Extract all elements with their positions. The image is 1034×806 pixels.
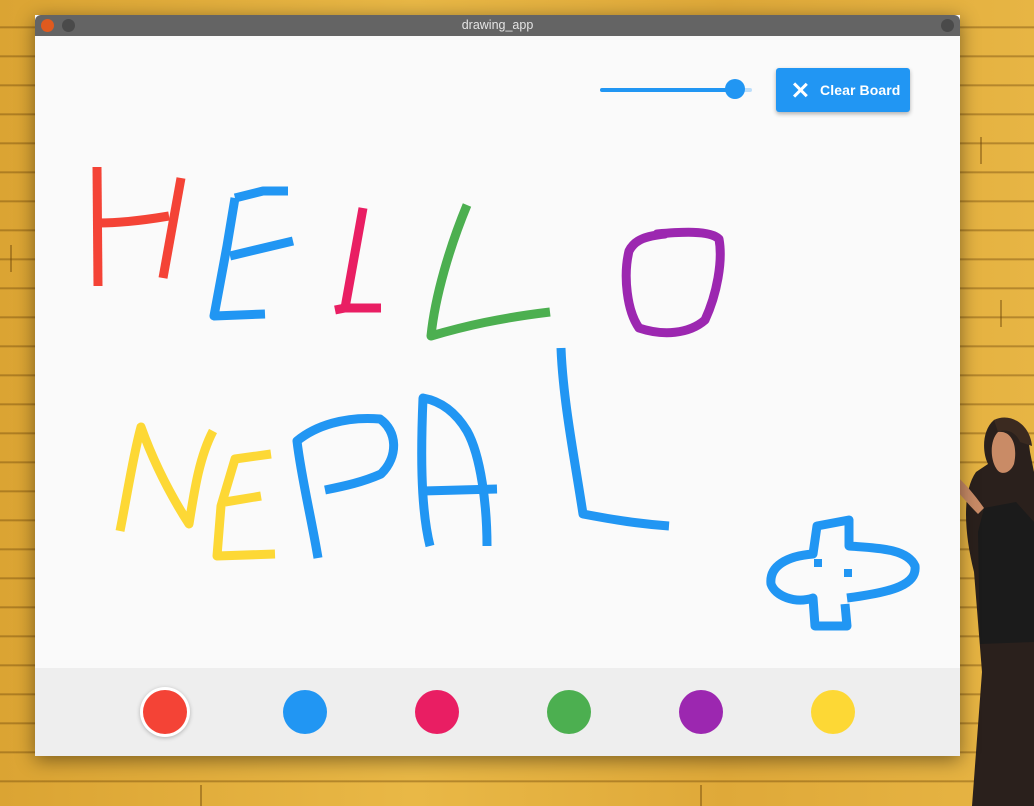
stroke-letter-h	[92, 166, 186, 287]
close-icon	[791, 81, 809, 99]
clear-board-label: Clear Board	[820, 82, 901, 98]
stroke-letter-p	[292, 413, 399, 559]
stroke-h-bar	[98, 211, 170, 228]
stroke-letter-l2	[426, 203, 551, 341]
color-palette	[35, 668, 960, 756]
wallpaper-person-image	[954, 412, 1034, 806]
stroke-plus-shape	[766, 515, 920, 631]
color-swatch-4[interactable]	[547, 690, 591, 734]
window-title: drawing_app	[461, 18, 534, 32]
stroke-e-middle	[228, 236, 295, 261]
stroke-letter-l1	[334, 207, 381, 315]
color-swatch-5[interactable]	[679, 690, 723, 734]
color-swatch-2[interactable]	[283, 690, 327, 734]
stroke-letter-o	[621, 227, 725, 338]
stroke-h-left	[92, 166, 103, 287]
drawing-canvas[interactable]	[35, 36, 960, 668]
stroke-width-slider[interactable]	[600, 79, 752, 101]
stroke-letter-a	[417, 393, 498, 548]
maximize-window-button[interactable]	[941, 19, 954, 32]
color-swatch-6[interactable]	[811, 690, 855, 734]
app-window: drawing_app Clear Board	[35, 15, 960, 756]
stroke-letter-n	[115, 422, 218, 532]
stroke-letter-e	[209, 186, 295, 321]
stroke-h-right	[158, 177, 186, 279]
stroke-letter-l3	[556, 347, 670, 531]
stroke-e-top	[233, 186, 288, 203]
title-bar[interactable]: drawing_app	[35, 15, 960, 36]
slider-thumb[interactable]	[725, 79, 745, 99]
clear-board-button[interactable]: Clear Board	[776, 68, 910, 112]
color-swatch-1[interactable]	[143, 690, 187, 734]
slider-active-track	[600, 88, 735, 92]
drawing-strokes	[92, 166, 920, 631]
color-swatch-3[interactable]	[415, 690, 459, 734]
stroke-letter-e2	[212, 449, 276, 561]
